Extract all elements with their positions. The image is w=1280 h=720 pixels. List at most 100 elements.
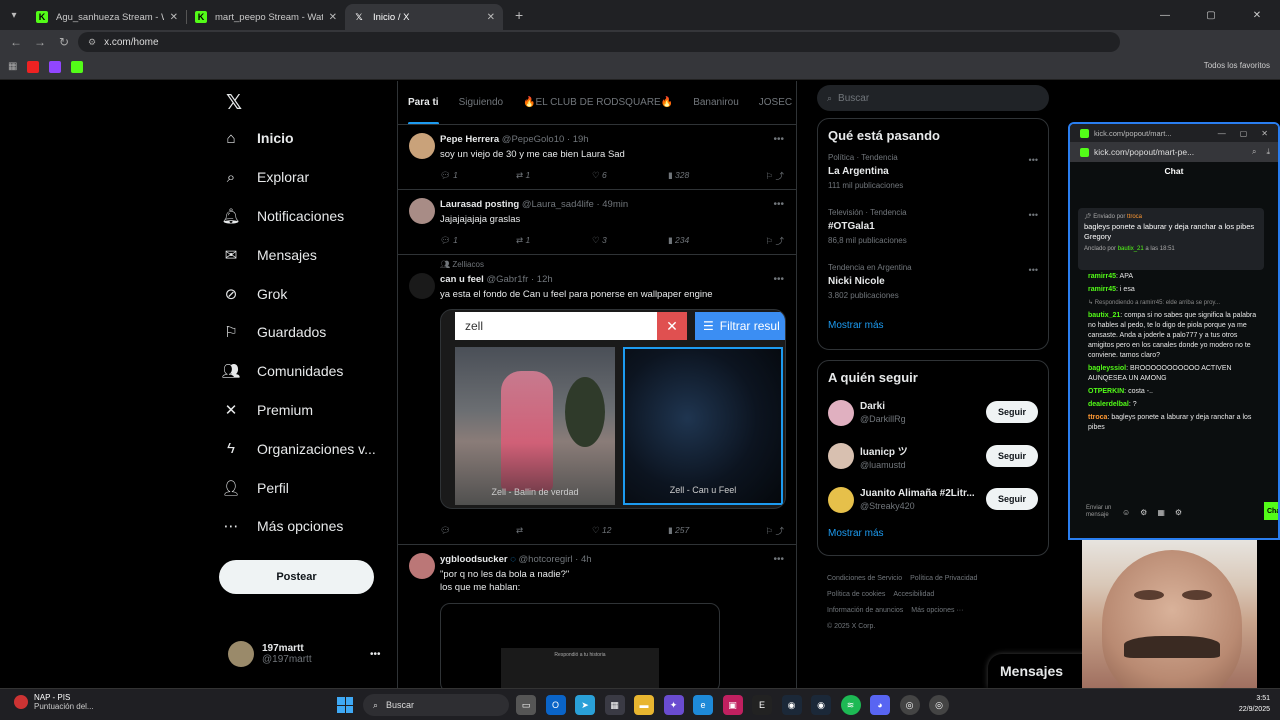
tweet-author[interactable]: Pepe Herrera (440, 134, 499, 145)
tweet-author[interactable]: can u feel (440, 274, 484, 285)
telegram-icon[interactable]: ➤ (575, 695, 595, 715)
start-button[interactable] (337, 697, 353, 713)
tweet-author[interactable]: Laurasad posting (440, 199, 519, 210)
steam-icon[interactable]: ◉ (811, 695, 831, 715)
chat-user[interactable]: bagleyssiol (1088, 365, 1126, 372)
more-icon[interactable]: ••• (773, 274, 784, 285)
twitch-bookmark[interactable] (49, 60, 62, 73)
search-input[interactable]: ⌕ Buscar (817, 85, 1049, 111)
task-view-icon[interactable]: ▭ (516, 695, 536, 715)
forward-icon[interactable]: → (28, 35, 52, 49)
close-tab-icon[interactable]: ✕ (329, 12, 337, 23)
discord-icon[interactable]: ◕ (870, 695, 890, 715)
like-button[interactable]: ♡ 12 (592, 525, 668, 537)
chat-user[interactable]: ramirr45 (1088, 273, 1116, 280)
system-clock[interactable]: 3:51 22/9/2025 (1239, 693, 1270, 715)
file-explorer-icon[interactable]: ▬ (634, 695, 654, 715)
chat-send-button[interactable]: Cha (1264, 502, 1278, 520)
tweet[interactable]: Pepe Herrera @PepeGolo10 · 19h ••• soy u… (398, 125, 796, 190)
more-icon[interactable]: ••• (773, 199, 784, 210)
download-icon[interactable]: ⤓ (1266, 147, 1270, 157)
trend-item[interactable]: Política · Tendencia La Argentina 111 mi… (818, 149, 1048, 204)
spotify-icon[interactable]: ≋ (840, 695, 861, 715)
footer-link[interactable]: Información de anuncios (827, 607, 903, 614)
chat-user[interactable]: dealerdelbal (1088, 401, 1129, 408)
chat-message[interactable]: dealerdelbal: ? (1088, 400, 1264, 410)
nav-item-organizaciones[interactable]: ϟ Organizaciones v... (222, 429, 376, 468)
retweet-button[interactable]: ⇄ (516, 525, 592, 537)
apps-icon[interactable]: ▦ (8, 61, 17, 72)
reply-button[interactable]: 💬︎ 1 (440, 170, 516, 182)
tab-search-icon[interactable]: ▾ (0, 0, 28, 30)
tweet[interactable]: 👥︎ Zelliacos can u feel @Gabr1fr · 12h •… (398, 255, 796, 545)
chat-input[interactable]: Enviar un mensaje ☺⚙▦⚙ Cha (1080, 498, 1278, 526)
tweet-author[interactable]: ygbloodsucker (440, 554, 508, 565)
browser-tab-active[interactable]: 𝕏 Inicio / X ✕ (345, 4, 503, 30)
tweet-media[interactable]: Respondió a tu historia (440, 603, 720, 688)
kick-bookmark[interactable] (71, 60, 84, 73)
pinned-message[interactable]: 📌︎ Enviado por ttroca bagleys ponete a l… (1078, 208, 1264, 270)
maximize-icon[interactable]: ▢ (1240, 129, 1248, 138)
views-button[interactable]: ▮ 234 (668, 235, 744, 247)
chat-message[interactable]: OTPERKIN: costa -.. (1088, 387, 1264, 397)
minimize-icon[interactable]: — (1142, 0, 1188, 30)
back-icon[interactable]: ← (4, 35, 28, 49)
views-button[interactable]: ▮ 257 (668, 525, 744, 537)
follow-suggestion[interactable]: Darki @DarkillRg Seguir (818, 391, 1048, 435)
chat-user[interactable]: OTPERKIN (1088, 388, 1124, 395)
like-button[interactable]: ♡ 3 (592, 235, 668, 247)
nav-item-comunidades[interactable]: 👥︎ Comunidades (221, 352, 376, 391)
avatar[interactable] (409, 133, 435, 159)
reply-button[interactable]: 💬︎ (440, 525, 516, 537)
chat-message[interactable]: ramirr45: APA (1088, 272, 1264, 282)
account-switcher[interactable]: 197martt @197martt (228, 641, 312, 667)
taskbar-search[interactable]: ⌕ Buscar (363, 694, 509, 716)
like-button[interactable]: ♡ 6 (592, 170, 668, 182)
footer-link[interactable]: Política de cookies (827, 591, 885, 598)
url-input[interactable]: ⚙ x.com/home (78, 32, 1120, 52)
nav-item-explorar[interactable]: ⌕ Explorar (222, 158, 376, 197)
browser-tab[interactable]: K mart_peepo Stream - Watch Live ✕ (187, 4, 345, 30)
youtube-bookmark[interactable] (27, 60, 40, 73)
chrome-icon[interactable]: ◎ (929, 695, 949, 715)
trend-item[interactable]: Televisión · Tendencia #OTGala1 86,8 mil… (818, 204, 1048, 259)
close-tab-icon[interactable]: ✕ (487, 12, 495, 23)
nav-item-notificaciones[interactable]: 🔔︎ Notificaciones (221, 197, 376, 236)
chat-user[interactable]: bautix_21 (1088, 312, 1120, 319)
all-bookmarks[interactable]: Todos los favoritos (1204, 61, 1270, 70)
footer-link[interactable]: Más opciones ··· (911, 607, 963, 614)
maximize-icon[interactable]: ▢ (1188, 0, 1234, 30)
steam-icon[interactable]: ◉ (781, 695, 802, 715)
widgets-button[interactable]: NAP - PIS Puntuación del... (14, 693, 94, 711)
community-name[interactable]: Zelliacos (452, 260, 484, 269)
footer-link[interactable]: Política de Privacidad (910, 575, 977, 582)
bookmark-share-icons[interactable]: ⚐ ⤴ (744, 170, 784, 182)
chat-user[interactable]: ramirr45 (1088, 286, 1116, 293)
follow-button[interactable]: Seguir (986, 444, 1038, 467)
retweet-button[interactable]: ⇄ 1 (516, 170, 592, 182)
nav-item-mas-opciones[interactable]: ⋯ Más opciones (222, 507, 376, 546)
tab-bananirou[interactable]: Bananirou (693, 81, 739, 124)
show-more-link[interactable]: Mostrar más (818, 522, 1048, 551)
follow-suggestion[interactable]: Juanito Alimaña #2Litr... @Streaky420 Seg… (818, 478, 1048, 522)
chat-message[interactable]: ttroca: bagleys ponete a laburar y deja … (1088, 413, 1264, 433)
retweet-button[interactable]: ⇄ 1 (516, 235, 592, 247)
more-icon[interactable]: ••• (1029, 265, 1038, 275)
more-icon[interactable]: ••• (1029, 155, 1038, 165)
nav-item-premium[interactable]: ✕ Premium (222, 391, 376, 430)
more-icon[interactable]: ••• (1029, 210, 1038, 220)
bookmark-share-icons[interactable]: ⚐ ⤴ (744, 525, 784, 537)
nav-item-mensajes[interactable]: ✉ Mensajes (222, 235, 376, 274)
site-info-icon[interactable]: ⚙ (88, 37, 96, 48)
minimize-icon[interactable]: — (1218, 129, 1226, 138)
avatar[interactable] (409, 273, 435, 299)
app-icon[interactable]: ▣ (722, 695, 743, 715)
nav-item-inicio[interactable]: ⌂ Inicio (222, 119, 376, 158)
edge-icon[interactable]: e (693, 695, 713, 715)
nav-item-guardados[interactable]: ⚐ Guardados (222, 313, 376, 352)
chat-message[interactable]: bautix_21: compa si no sabes que signifi… (1088, 311, 1264, 361)
close-tab-icon[interactable]: ✕ (170, 12, 178, 23)
tweet[interactable]: ygbloodsucker ◌ @hotcoregirl · 4h ••• "p… (398, 545, 796, 688)
footer-link[interactable]: Accesibilidad (893, 591, 934, 598)
tab-para-ti[interactable]: Para ti (408, 81, 439, 124)
